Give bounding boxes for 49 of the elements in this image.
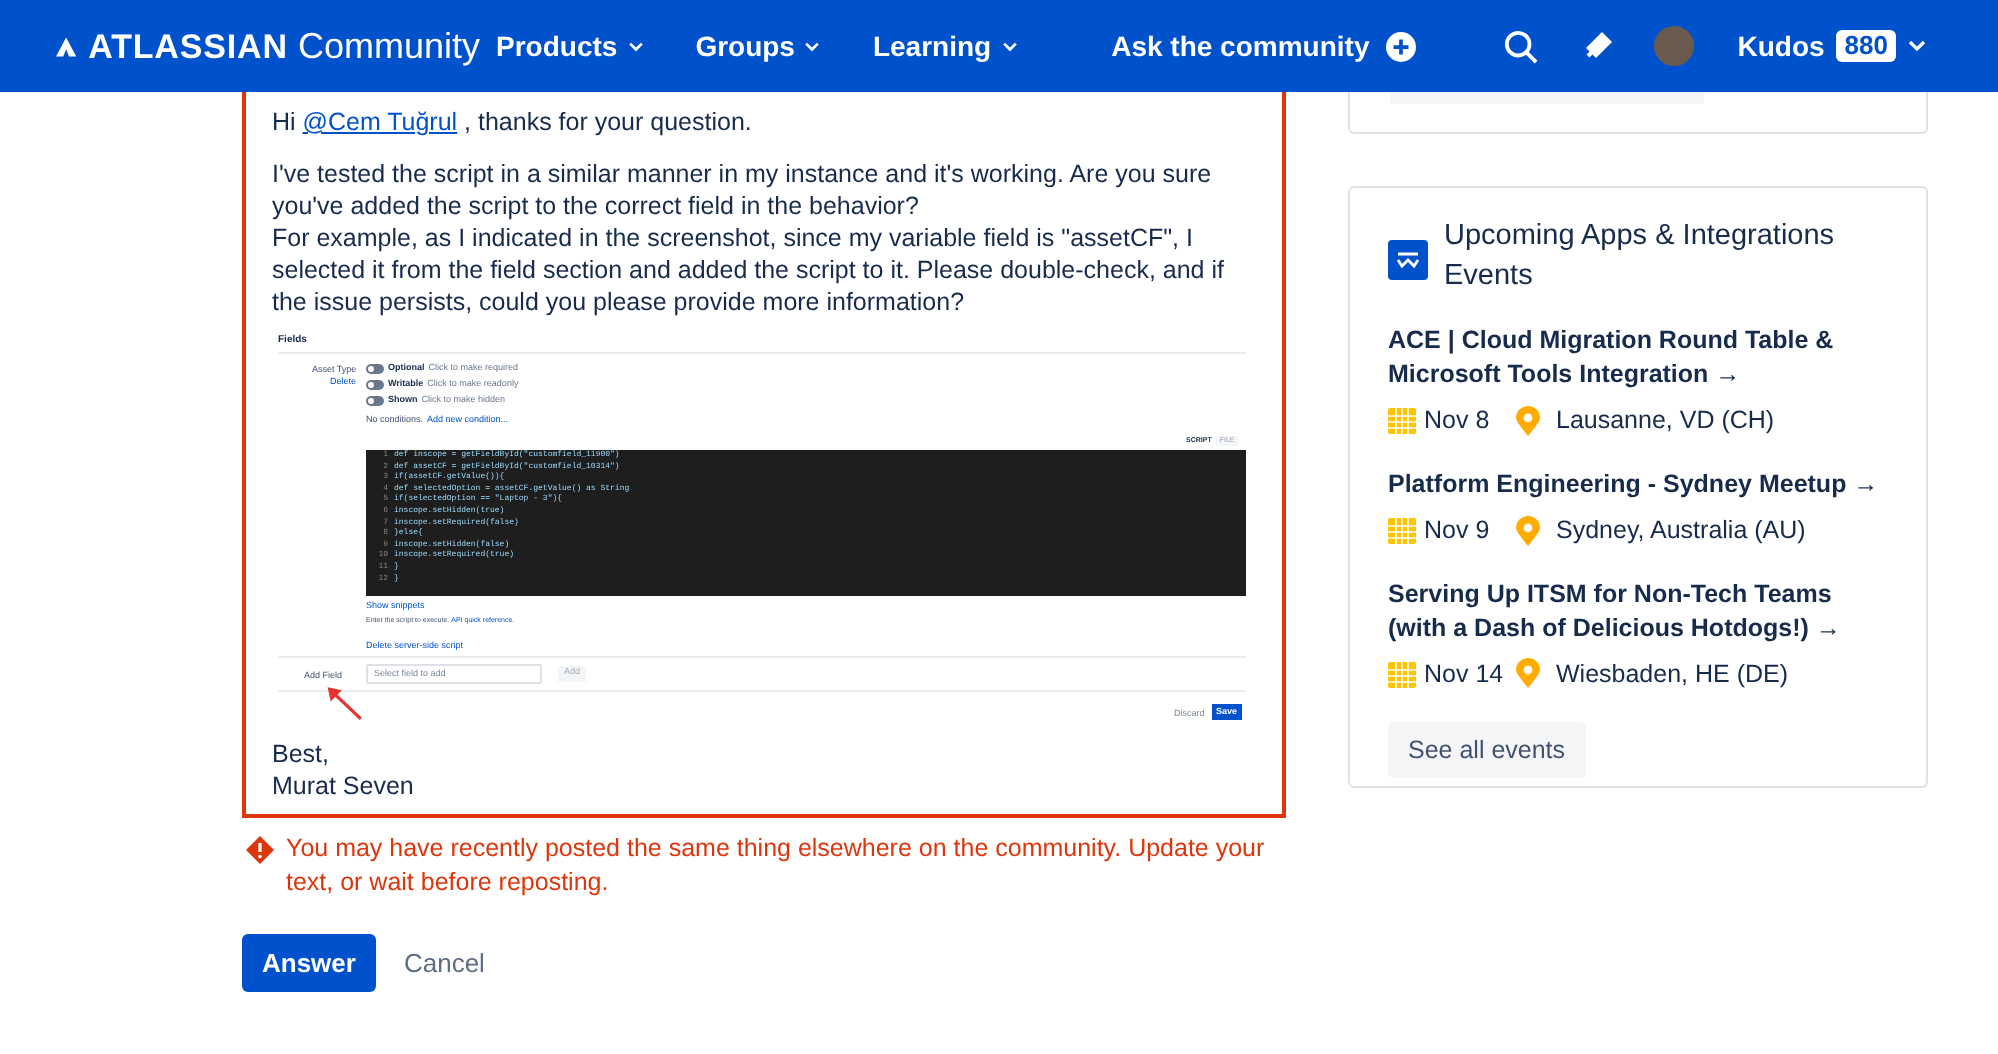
nav-menu[interactable]: Products (496, 25, 644, 67)
mention-link[interactable]: @Cem Tuğrul (302, 108, 458, 136)
event-location: Lausanne, VD (CH) (1556, 404, 1775, 438)
toggle-switch[interactable] (366, 395, 384, 405)
error-icon (246, 836, 274, 864)
ask-the-community-button[interactable]: Ask the community (1111, 25, 1416, 67)
logo[interactable]: ATLASSIAN Community (56, 19, 480, 73)
kudos-count: 880 (1836, 30, 1896, 62)
chevron-down-icon (1001, 41, 1018, 51)
toggle-switch[interactable] (366, 363, 384, 373)
answer-button[interactable]: Answer (242, 934, 376, 992)
event-title-link[interactable]: ACE | Cloud Migration Round Table & Microsoft Tools Integration → (1388, 324, 1888, 392)
calendar-icon (1388, 659, 1416, 688)
calendar-icon (1388, 516, 1416, 545)
event-location: Wiesbaden, HE (DE) (1556, 657, 1789, 692)
body-paragraph: I've tested the script in a similar manner in my instance and it's working. Are you sure you've added the script to the correct field in the behavior? (272, 158, 1214, 222)
see-all-events-button[interactable]: See all events (1388, 722, 1586, 779)
greeting-text: Hi @Cem Tuğrul , thanks for your question. (272, 106, 754, 138)
logo-product-text: Community (297, 23, 480, 70)
calendar-app-icon (1388, 240, 1428, 280)
nav-menu[interactable]: Groups (695, 25, 821, 67)
signoff-text: Best, (272, 738, 331, 770)
chevron-down-icon (627, 41, 644, 51)
calendar-icon (1388, 406, 1416, 435)
chevron-down-icon (1908, 40, 1926, 52)
search-icon[interactable] (1503, 29, 1538, 63)
location-pin-icon (1516, 658, 1540, 689)
cancel-button[interactable]: Cancel (399, 934, 489, 992)
event-date: Nov 9 (1424, 513, 1492, 548)
location-pin-icon (1516, 405, 1540, 436)
reply-editor[interactable] (242, 92, 1286, 818)
events-card-title: Upcoming Apps & Integrations Events (1444, 218, 1837, 296)
atlassian-logo-icon (56, 33, 77, 59)
kudos-menu[interactable]: Kudos 880 (1737, 25, 1926, 67)
signoff-text: Murat Seven (272, 770, 416, 802)
toggle-switch[interactable] (366, 379, 384, 389)
event-title-link[interactable]: Platform Engineering - Sydney Meetup → (1388, 467, 1888, 502)
chevron-down-icon (804, 41, 821, 51)
event-date: Nov 14 (1424, 657, 1506, 691)
event-location: Sydney, Australia (AU) (1556, 513, 1806, 548)
event-title-link[interactable]: Serving Up ITSM for Non-Tech Teams (with a Dash of Delicious Hotdogs!) → (1388, 577, 1888, 645)
nav-menu[interactable]: Learning (872, 25, 1018, 67)
event-date: Nov 8 (1424, 404, 1492, 438)
arrow-annotation (326, 684, 364, 722)
error-message: You may have recently posted the same thing elsewhere on the community. Update your text, or wait before reposting. (286, 832, 1267, 900)
logo-brand-text: ATLASSIAN (88, 25, 288, 69)
location-pin-icon (1516, 515, 1540, 546)
body-paragraph: For example, as I indicated in the screenshot, since my variable field is "assetCF", I selected it from the field section and added the script to it. Please double-check, and if the issue persists, could you please provide more information? (272, 222, 1226, 318)
plus-circle-icon (1385, 31, 1416, 61)
